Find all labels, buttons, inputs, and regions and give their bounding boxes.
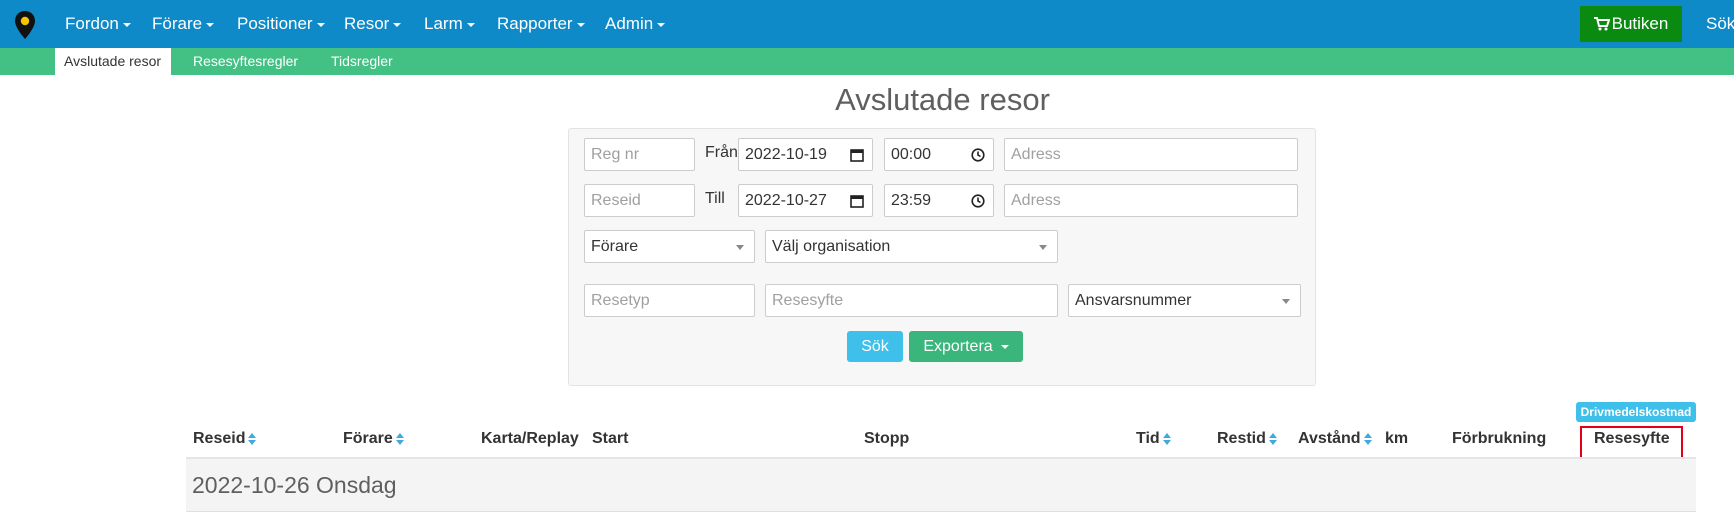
reg-nr-input[interactable] <box>584 138 695 171</box>
caret-down-icon <box>576 22 585 27</box>
export-button[interactable]: Exportera <box>909 331 1023 362</box>
nav-positioner[interactable]: Positioner <box>237 14 325 34</box>
chevron-down-icon <box>736 245 744 250</box>
column-header-restid-label: Restid <box>1217 430 1266 447</box>
from-date-input[interactable]: 2022-10-19 <box>738 138 873 171</box>
table-group-row: 2022-10-26 Onsdag <box>186 459 1696 512</box>
nav-rapporter[interactable]: Rapporter <box>497 14 585 34</box>
caret-down-icon <box>1000 344 1009 349</box>
subnav-avslutade-resor[interactable]: Avslutade resor <box>55 48 171 75</box>
reseid-input-field[interactable] <box>591 185 694 216</box>
from-time-value: 00:00 <box>891 146 932 163</box>
nav-larm[interactable]: Larm <box>424 14 475 34</box>
sort-icon[interactable] <box>1162 432 1171 445</box>
to-date-value: 2022-10-27 <box>745 192 827 209</box>
column-header-reseid[interactable]: Reseid <box>193 430 257 448</box>
from-label: Från <box>705 144 738 161</box>
search-button[interactable]: Sök <box>847 331 903 362</box>
nav-rapporter-label: Rapporter <box>497 14 573 33</box>
sort-icon[interactable] <box>1363 432 1372 445</box>
nav-forare[interactable]: Förare <box>152 14 215 34</box>
caret-down-icon <box>393 22 402 27</box>
subnav-tidsregler[interactable]: Tidsregler <box>331 53 393 69</box>
resesyfte-input-field[interactable] <box>772 285 1057 316</box>
resetyp-input[interactable] <box>584 284 755 317</box>
to-label: Till <box>705 190 725 207</box>
top-navbar: Fordon Förare Positioner Resor Larm Rapp… <box>0 0 1734 48</box>
shop-button[interactable]: Butiken <box>1580 6 1682 42</box>
address-to-input[interactable] <box>1004 184 1298 217</box>
nav-larm-label: Larm <box>424 14 463 33</box>
address-from-input-field[interactable] <box>1011 139 1297 170</box>
nav-fordon-label: Fordon <box>65 14 119 33</box>
map-pin-icon[interactable] <box>14 10 36 40</box>
sub-navbar: Avslutade resor Resesyftesregler Tidsreg… <box>0 48 1734 75</box>
column-header-forare[interactable]: Förare <box>343 430 404 448</box>
from-time-input[interactable]: 00:00 <box>884 138 994 171</box>
clock-icon[interactable] <box>971 148 985 162</box>
column-header-tid-label: Tid <box>1136 430 1160 447</box>
shop-button-label: Butiken <box>1611 14 1669 33</box>
page-title: Avslutade resor <box>835 82 1050 117</box>
nav-fordon[interactable]: Fordon <box>65 14 131 34</box>
resesyfte-input[interactable] <box>765 284 1058 317</box>
driver-select[interactable]: Förare <box>584 230 755 263</box>
column-header-stopp: Stopp <box>864 430 910 447</box>
export-button-label: Exportera <box>923 338 993 355</box>
to-time-input[interactable]: 23:59 <box>884 184 994 217</box>
nav-forare-label: Förare <box>152 14 203 33</box>
nav-admin-label: Admin <box>605 14 654 33</box>
column-header-avstand-label: Avstånd <box>1298 430 1361 447</box>
address-to-input-field[interactable] <box>1011 185 1297 216</box>
ansvarsnummer-select-value: Ansvarsnummer <box>1075 292 1192 309</box>
drivmedelskostnad-badge[interactable]: Drivmedelskostnad <box>1576 402 1696 422</box>
column-header-restid[interactable]: Restid <box>1217 430 1277 448</box>
ansvarsnummer-select[interactable]: Ansvarsnummer <box>1068 284 1301 317</box>
column-header-forbrukning: Förbrukning <box>1452 430 1547 447</box>
caret-down-icon <box>466 22 475 27</box>
to-time-value: 23:59 <box>891 192 932 209</box>
shopping-cart-icon <box>1593 17 1611 31</box>
organisation-select[interactable]: Välj organisation <box>765 230 1058 263</box>
caret-down-icon <box>122 22 131 27</box>
caret-down-icon <box>206 22 215 27</box>
nav-search[interactable]: Sök <box>1706 14 1734 34</box>
column-header-forare-label: Förare <box>343 430 393 447</box>
subnav-resesyftesregler[interactable]: Resesyftesregler <box>193 53 298 69</box>
reg-nr-input-field[interactable] <box>591 139 694 170</box>
nav-positioner-label: Positioner <box>237 14 313 33</box>
to-date-input[interactable]: 2022-10-27 <box>738 184 873 217</box>
calendar-icon[interactable] <box>850 148 864 162</box>
clock-icon[interactable] <box>971 194 985 208</box>
from-date-value: 2022-10-19 <box>745 146 827 163</box>
chevron-down-icon <box>1039 245 1047 250</box>
sort-icon[interactable] <box>248 432 257 445</box>
nav-resor-label: Resor <box>344 14 390 33</box>
reseid-input[interactable] <box>584 184 695 217</box>
nav-admin[interactable]: Admin <box>605 14 666 34</box>
column-header-tid[interactable]: Tid <box>1136 430 1171 448</box>
sort-icon[interactable] <box>395 432 404 445</box>
chevron-down-icon <box>1282 299 1290 304</box>
column-header-km: km <box>1385 430 1409 447</box>
calendar-icon[interactable] <box>850 194 864 208</box>
resetyp-input-field[interactable] <box>591 285 754 316</box>
address-from-input[interactable] <box>1004 138 1298 171</box>
nav-resor[interactable]: Resor <box>344 14 402 34</box>
column-header-start: Start <box>592 430 629 447</box>
organisation-select-value: Välj organisation <box>772 238 891 255</box>
column-header-karta-replay: Karta/Replay <box>481 430 579 447</box>
subnav-avslutade-resor-label: Avslutade resor <box>64 53 162 69</box>
column-header-reseid-label: Reseid <box>193 430 246 447</box>
driver-select-value: Förare <box>591 238 639 255</box>
group-row-date: 2022-10-26 Onsdag <box>192 472 397 498</box>
caret-down-icon <box>657 22 666 27</box>
column-header-avstand[interactable]: Avstånd <box>1298 430 1372 448</box>
caret-down-icon <box>316 22 325 27</box>
sort-icon[interactable] <box>1268 432 1277 445</box>
